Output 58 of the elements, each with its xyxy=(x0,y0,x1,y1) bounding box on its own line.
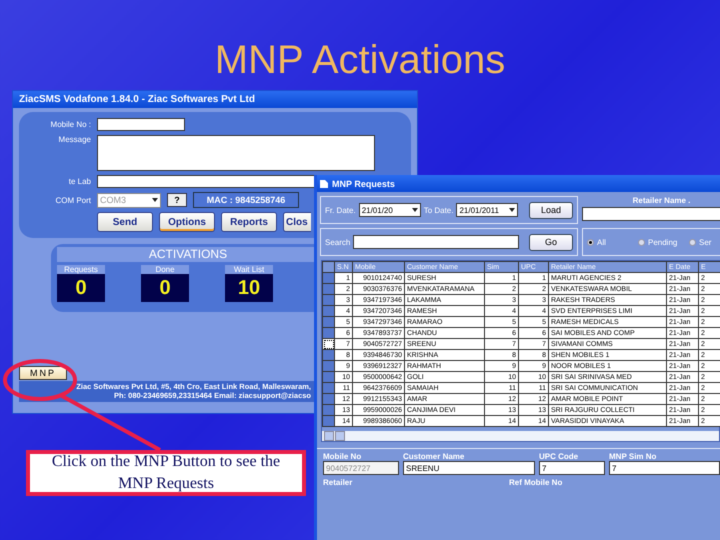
window-title-bar: ZiacSMS Vodafone 1.84.0 - Ziac Softwares Pvt Ltd xyxy=(13,91,417,108)
go-button[interactable]: Go xyxy=(529,234,573,250)
field-label: Mobile No : xyxy=(50,120,91,129)
caret-icon xyxy=(152,198,158,202)
load-button[interactable]: Load xyxy=(529,202,573,218)
field-label: Message xyxy=(58,135,91,144)
field-label: Retailer xyxy=(323,478,352,487)
text-field[interactable]: 7 xyxy=(609,461,720,475)
field-label: Mobile No xyxy=(323,452,362,461)
text-field[interactable]: 7 xyxy=(539,461,605,475)
slide-title: MNP Activations xyxy=(214,38,506,83)
text-field[interactable]: SREENU xyxy=(403,461,535,475)
field-label: Search xyxy=(325,238,350,246)
caret-icon xyxy=(509,208,516,212)
field-label: To Date. xyxy=(424,206,454,214)
field-value: 7 xyxy=(612,464,616,472)
action-button[interactable]: Send xyxy=(97,212,153,232)
field-label: Retailer Name . xyxy=(632,196,690,205)
field-value: SREENU xyxy=(406,464,440,472)
radio-button[interactable] xyxy=(587,238,594,246)
field-label: te Lab xyxy=(68,177,91,186)
counter-label: Requests xyxy=(57,265,105,274)
action-button[interactable]: Options xyxy=(159,212,215,232)
dropdown-value: COM3 xyxy=(100,195,126,205)
radio-button[interactable] xyxy=(689,238,696,246)
search-field[interactable] xyxy=(353,235,520,249)
dropdown-value: 21/01/20 xyxy=(362,206,393,214)
caret-icon xyxy=(412,208,418,212)
row-selector[interactable] xyxy=(322,338,334,350)
mnp-button[interactable]: MNP xyxy=(19,366,67,380)
horizontal-scrollbar[interactable] xyxy=(322,431,719,441)
counter-value: 0 xyxy=(57,274,105,302)
window-title: MNP Requests xyxy=(332,178,395,188)
text-field[interactable] xyxy=(97,135,375,171)
field-value: 7 xyxy=(542,464,546,472)
field-label: MNP Sim No xyxy=(609,452,658,461)
field-value: 9040572727 xyxy=(326,464,370,472)
counter-label: Wait List xyxy=(225,265,273,274)
counter-value: 10 xyxy=(225,274,273,302)
counter-value: 0 xyxy=(141,274,189,302)
field-label: Customer Name xyxy=(403,452,466,461)
help-button[interactable]: ? xyxy=(167,193,187,207)
dropdown-value: 21/01/2011 xyxy=(459,206,499,214)
field-label: Fr. Date. xyxy=(325,206,356,214)
window-icon xyxy=(320,180,328,188)
date-dropdown[interactable]: 21/01/2011 xyxy=(456,203,518,217)
field-label: UPC Code xyxy=(539,452,580,461)
action-button[interactable]: Reports xyxy=(221,212,277,232)
callout-text: Click on the MNP Button to see the MNP Requests xyxy=(50,452,282,494)
text-field[interactable] xyxy=(97,118,185,131)
retailer-field[interactable] xyxy=(582,207,720,221)
action-button[interactable]: Clos xyxy=(283,212,311,232)
radio-button[interactable] xyxy=(638,238,645,246)
field-label: COM Port xyxy=(54,196,91,204)
counter-label: Done xyxy=(141,265,189,274)
mac-label: MAC : 9845258746 xyxy=(193,192,299,208)
field-label: Ref Mobile No xyxy=(509,478,562,487)
date-dropdown[interactable]: 21/01/20 xyxy=(358,203,421,217)
